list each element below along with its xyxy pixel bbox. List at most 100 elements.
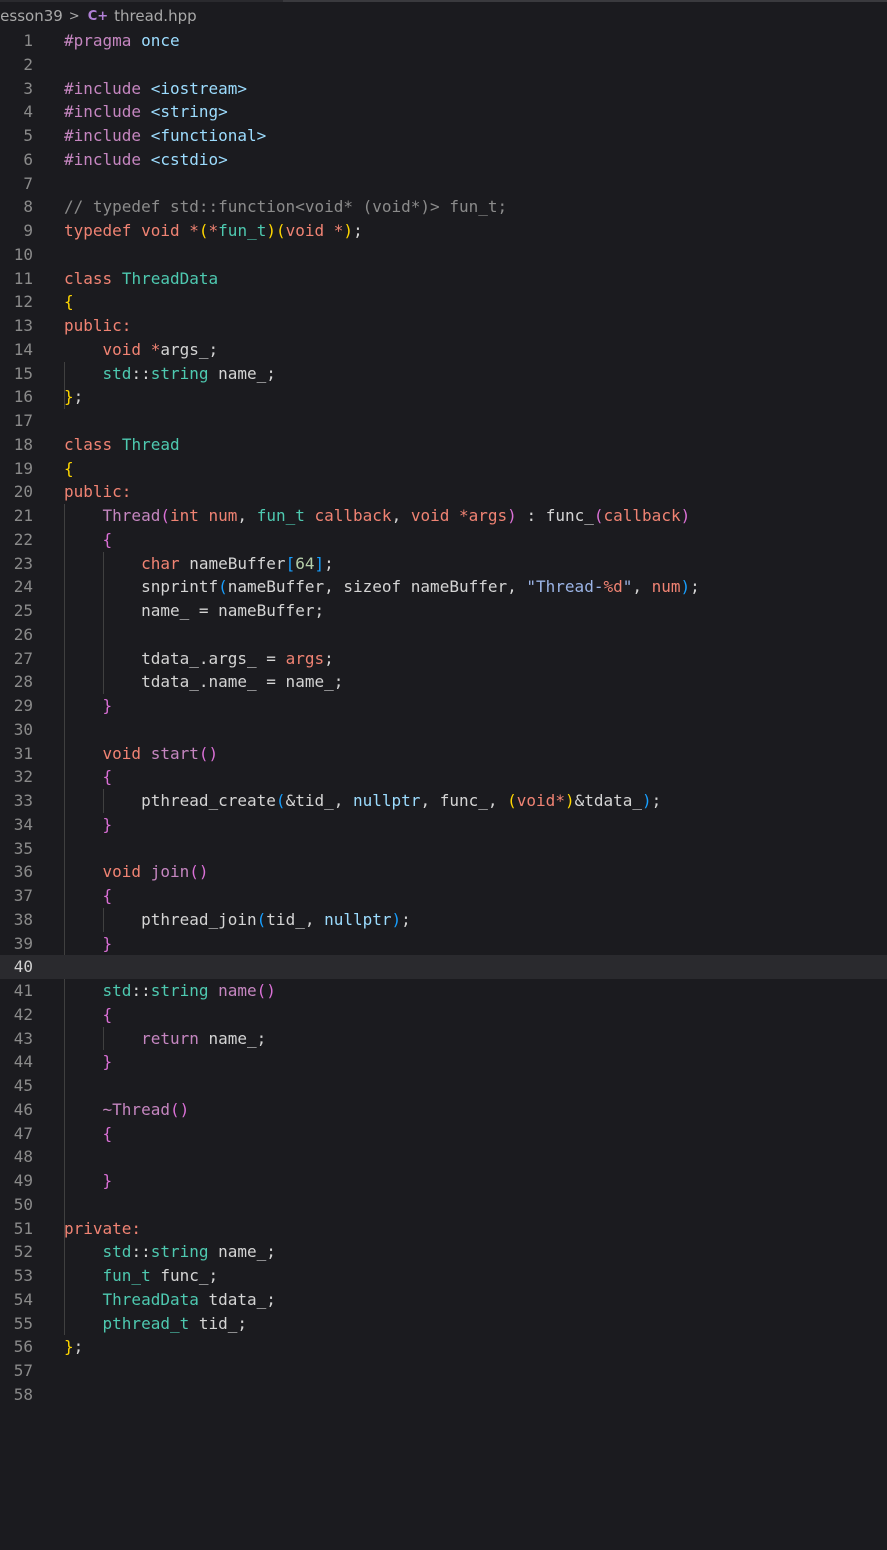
code-line[interactable]: 36 void join() bbox=[0, 860, 887, 884]
code-token: fun_t bbox=[256, 506, 305, 525]
code-line[interactable]: 47 { bbox=[0, 1122, 887, 1146]
code-line[interactable]: 37 { bbox=[0, 884, 887, 908]
code-line[interactable]: 6 #include <cstdio> bbox=[0, 148, 887, 172]
code-token: <iostream> bbox=[150, 78, 248, 98]
code-line[interactable]: 34 } bbox=[0, 813, 887, 837]
code-line[interactable]: 58 bbox=[0, 1383, 887, 1407]
code-text: char nameBuffer[64]; bbox=[64, 552, 334, 576]
code-line[interactable]: 21 Thread(int num, fun_t callback, void … bbox=[0, 504, 887, 528]
code-line[interactable]: 17 bbox=[0, 409, 887, 433]
code-line[interactable]: 40 bbox=[0, 955, 887, 979]
line-number: 30 bbox=[13, 719, 33, 739]
code-line[interactable]: 39 } bbox=[0, 932, 887, 956]
code-line[interactable]: 12 { bbox=[0, 290, 887, 314]
code-line[interactable]: 46 ~Thread() bbox=[0, 1098, 887, 1122]
code-token: ~Thread bbox=[102, 1099, 170, 1119]
code-line[interactable]: 57 bbox=[0, 1359, 887, 1383]
code-line[interactable]: 52 std::string name_; bbox=[0, 1240, 887, 1264]
code-text: { bbox=[64, 1122, 113, 1146]
code-line[interactable]: 41 std::string name() bbox=[0, 979, 887, 1003]
code-line[interactable]: 14 void *args_; bbox=[0, 338, 887, 362]
code-token: } bbox=[102, 1171, 113, 1190]
code-token: nameBuffer, sizeof nameBuffer, bbox=[227, 577, 527, 597]
code-line[interactable]: 49 } bbox=[0, 1169, 887, 1193]
breadcrumb: lesson39 > C+ thread.hpp bbox=[0, 4, 197, 28]
code-token: fun_t bbox=[218, 221, 267, 240]
code-token: } bbox=[102, 696, 113, 715]
code-line[interactable]: 28 tdata_.name_ = name_; bbox=[0, 670, 887, 694]
code-line[interactable]: 44 } bbox=[0, 1050, 887, 1074]
code-text: #include <cstdio> bbox=[64, 148, 228, 172]
code-line[interactable]: 54 ThreadData tdata_; bbox=[0, 1288, 887, 1312]
code-line[interactable]: 55 pthread_t tid_; bbox=[0, 1312, 887, 1336]
code-line[interactable]: 22 { bbox=[0, 528, 887, 552]
code-line[interactable]: 29 } bbox=[0, 694, 887, 718]
code-line[interactable]: 3 #include <iostream> bbox=[0, 77, 887, 101]
code-token: ThreadData bbox=[121, 268, 219, 288]
line-number: 20 bbox=[13, 482, 33, 502]
code-token: { bbox=[64, 458, 74, 478]
code-line[interactable]: 42 { bbox=[0, 1003, 887, 1027]
code-token: ThreadData bbox=[102, 1289, 199, 1309]
code-text: void *args_; bbox=[64, 338, 219, 362]
code-line[interactable]: 20 public: bbox=[0, 480, 887, 504]
line-number: 4 bbox=[23, 102, 33, 122]
code-line[interactable]: 31 void start() bbox=[0, 742, 887, 766]
breadcrumb-folder[interactable]: lesson39 bbox=[0, 7, 63, 25]
code-line[interactable]: 38 pthread_join(tid_, nullptr); bbox=[0, 908, 887, 932]
code-line[interactable]: 1 #pragma once bbox=[0, 29, 887, 53]
code-line[interactable]: 27 tdata_.args_ = args; bbox=[0, 647, 887, 671]
code-token: string bbox=[150, 981, 209, 1000]
breadcrumb-file[interactable]: thread.hpp bbox=[114, 7, 197, 25]
code-line[interactable]: 16}; bbox=[0, 385, 887, 409]
code-token: "Thread- bbox=[526, 577, 604, 597]
code-token: { bbox=[102, 529, 113, 549]
code-line[interactable]: 56}; bbox=[0, 1335, 887, 1359]
code-line[interactable]: 18 class Thread bbox=[0, 433, 887, 457]
code-line[interactable]: 2 bbox=[0, 53, 887, 77]
line-number: 37 bbox=[13, 886, 33, 905]
code-line[interactable]: 35 bbox=[0, 837, 887, 861]
code-token: tid_; bbox=[189, 1313, 248, 1333]
code-text: #include <iostream> bbox=[64, 77, 247, 101]
line-number: 29 bbox=[13, 696, 33, 715]
code-token: nameBuffer bbox=[179, 553, 286, 573]
code-line[interactable]: 13 public: bbox=[0, 314, 887, 338]
code-token: , func_, bbox=[420, 791, 508, 810]
code-line[interactable]: 32 { bbox=[0, 765, 887, 789]
code-line[interactable]: 53 fun_t func_; bbox=[0, 1264, 887, 1288]
code-line[interactable]: 50 bbox=[0, 1193, 887, 1217]
code-text: class ThreadData bbox=[64, 267, 218, 291]
code-line[interactable]: 45 bbox=[0, 1074, 887, 1098]
code-line[interactable]: 33 pthread_create(&tid_, nullptr, func_,… bbox=[0, 789, 887, 813]
line-number: 9 bbox=[23, 221, 33, 240]
code-token: , bbox=[237, 506, 257, 525]
code-line[interactable]: 19 { bbox=[0, 457, 887, 481]
code-token: snprintf bbox=[141, 577, 219, 597]
line-number: 2 bbox=[23, 54, 33, 74]
code-line[interactable]: 11 class ThreadData bbox=[0, 267, 887, 291]
code-token: private: bbox=[64, 1218, 142, 1238]
code-token: // typedef std::function<void* (void*)> … bbox=[64, 197, 508, 217]
code-line[interactable]: 5 #include <functional> bbox=[0, 124, 887, 148]
code-line[interactable]: 51 private: bbox=[0, 1217, 887, 1241]
line-number: 28 bbox=[13, 672, 33, 692]
code-token: void bbox=[102, 743, 142, 763]
code-line[interactable]: 48 bbox=[0, 1145, 887, 1169]
code-line[interactable]: 15 std::string name_; bbox=[0, 362, 887, 386]
code-line[interactable]: 4 #include <string> bbox=[0, 100, 887, 124]
code-token: void bbox=[285, 221, 325, 240]
code-text: return name_; bbox=[64, 1027, 266, 1051]
code-line[interactable]: 7 bbox=[0, 172, 887, 196]
code-line[interactable]: 23 char nameBuffer[64]; bbox=[0, 552, 887, 576]
code-line[interactable]: 9 typedef void *(*fun_t)(void *); bbox=[0, 219, 887, 243]
line-number: 45 bbox=[13, 1076, 33, 1095]
code-line[interactable]: 24 snprintf(nameBuffer, sizeof nameBuffe… bbox=[0, 575, 887, 599]
code-line[interactable]: 25 name_ = nameBuffer; bbox=[0, 599, 887, 623]
code-line[interactable]: 26 bbox=[0, 623, 887, 647]
code-line[interactable]: 8 // typedef std::function<void* (void*)>… bbox=[0, 195, 887, 219]
code-line[interactable]: 30 bbox=[0, 718, 887, 742]
code-editor[interactable]: 1 #pragma once 2 3 #include <iostream> 4 #incl… bbox=[0, 29, 887, 1407]
code-line[interactable]: 10 bbox=[0, 243, 887, 267]
code-line[interactable]: 43 return name_; bbox=[0, 1027, 887, 1051]
